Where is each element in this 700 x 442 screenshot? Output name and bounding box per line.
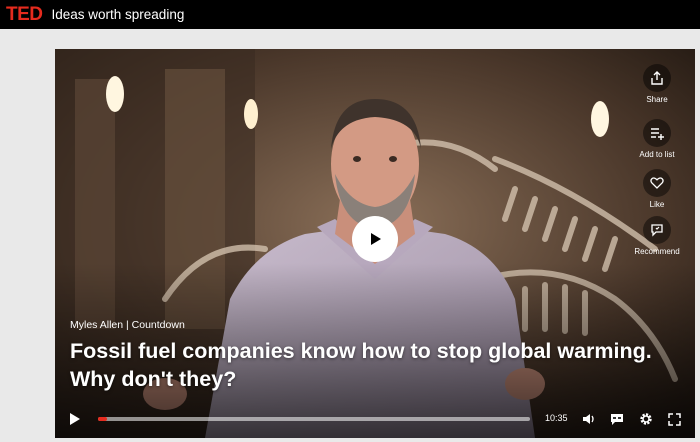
- ted-logo[interactable]: TED: [6, 4, 43, 26]
- fullscreen-button[interactable]: [666, 411, 682, 427]
- speaker-byline[interactable]: Myles Allen | Countdown: [70, 319, 185, 331]
- play-small-button[interactable]: [67, 411, 83, 427]
- share-action[interactable]: Share: [622, 64, 692, 104]
- heart-icon[interactable]: [643, 169, 671, 197]
- play-small-icon: [70, 413, 80, 425]
- duration-label: 10:35: [545, 413, 568, 423]
- share-icon[interactable]: [643, 64, 671, 92]
- talk-title-line-1: Fossil fuel companies know how to stop g…: [70, 339, 652, 363]
- progress-fill: [98, 417, 107, 421]
- tagline: Ideas worth spreading: [51, 7, 185, 22]
- like-label: Like: [649, 200, 665, 209]
- share-label: Share: [646, 95, 668, 104]
- fullscreen-icon: [667, 412, 681, 426]
- play-icon: [371, 233, 381, 245]
- recommend-label: Recommend: [634, 247, 680, 256]
- add-to-list-icon[interactable]: [643, 119, 671, 147]
- talk-title-line-2: Why don't they?: [70, 367, 237, 391]
- gear-icon: [640, 413, 652, 425]
- settings-button[interactable]: [638, 411, 654, 427]
- captions-button[interactable]: [609, 411, 625, 427]
- volume-icon: [583, 414, 594, 424]
- like-action[interactable]: Like: [622, 169, 692, 209]
- video-player[interactable]: Share Add to list Like Recommend Myles A…: [55, 49, 695, 438]
- add-to-list-action[interactable]: Add to list: [622, 119, 692, 159]
- volume-button[interactable]: [581, 411, 597, 427]
- progress-bar[interactable]: [98, 417, 530, 421]
- recommend-icon[interactable]: [643, 216, 671, 244]
- add-to-list-label: Add to list: [639, 150, 675, 159]
- talk-title: Fossil fuel companies know how to stop g…: [70, 337, 690, 393]
- play-button[interactable]: [352, 216, 398, 262]
- recommend-action[interactable]: Recommend: [622, 216, 692, 256]
- captions-icon: [611, 413, 623, 425]
- top-bar: TED Ideas worth spreading: [0, 0, 700, 29]
- player-controls: 10:35: [55, 407, 695, 435]
